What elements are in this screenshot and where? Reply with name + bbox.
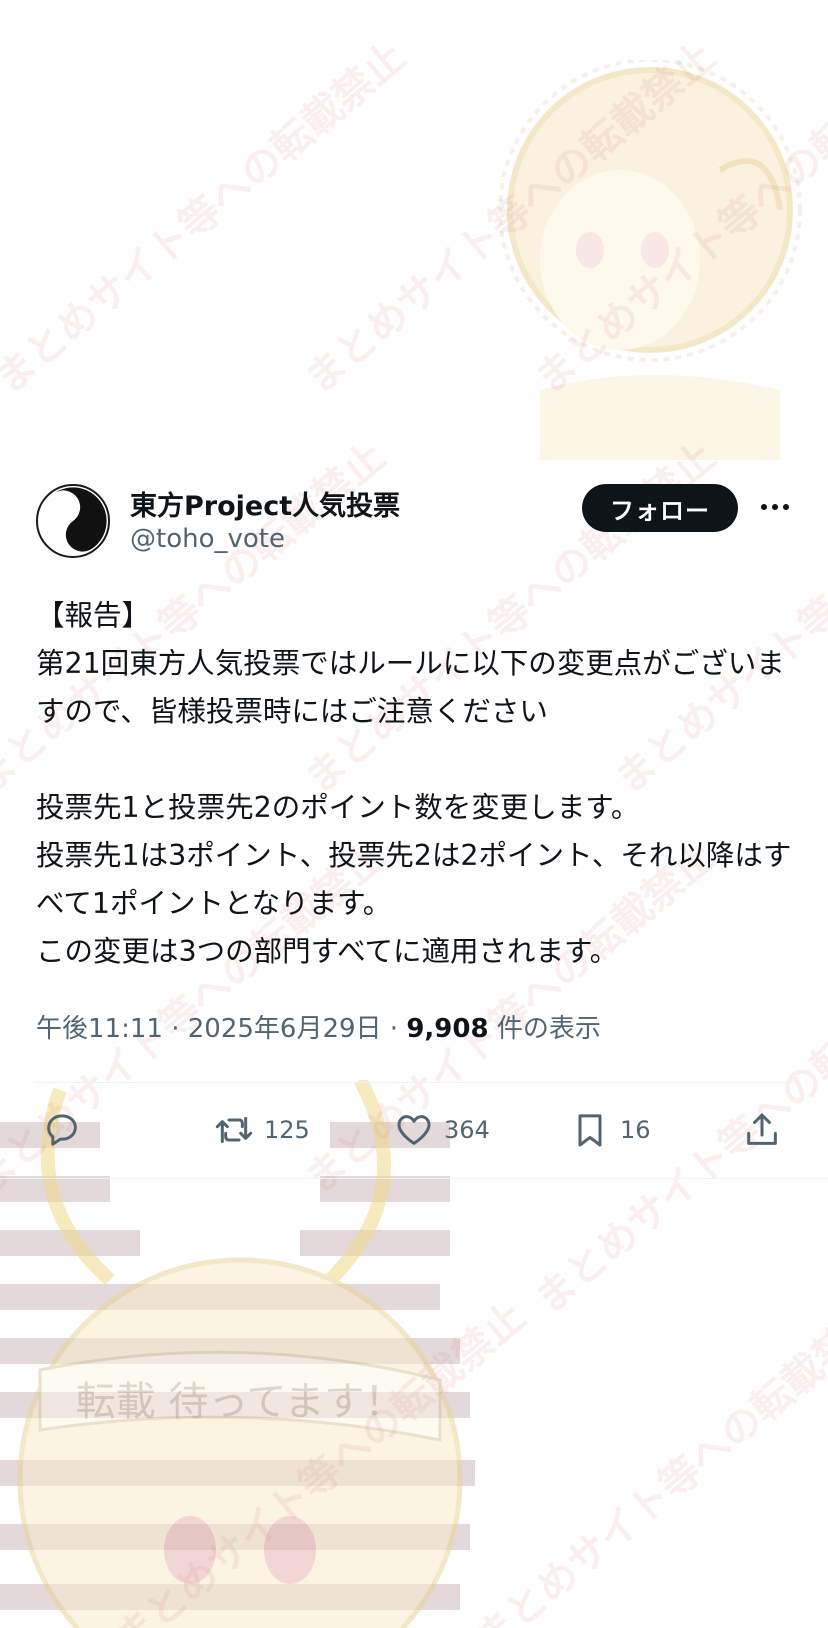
bookmark-icon xyxy=(578,1114,602,1147)
like-count: 364 xyxy=(444,1116,490,1144)
more-button[interactable] xyxy=(758,490,792,524)
share-icon xyxy=(747,1113,777,1145)
divider xyxy=(34,1082,794,1083)
reply-button[interactable] xyxy=(42,1106,82,1154)
tweet-text: 【報告】 第21回東方人気投票ではルールに以下の変更点がございますので、皆様投票… xyxy=(36,599,792,968)
divider xyxy=(0,1178,828,1179)
retweet-icon xyxy=(215,1116,253,1144)
meta-separator: · xyxy=(171,1014,188,1044)
heart-icon xyxy=(397,1115,431,1145)
like-button[interactable]: 364 xyxy=(394,1106,490,1154)
tweet-time[interactable]: 午後11:11 xyxy=(36,1014,163,1044)
display-name[interactable]: 東方Project人気投票 xyxy=(130,484,400,523)
bookmark-count: 16 xyxy=(620,1116,651,1144)
retweet-button[interactable]: 125 xyxy=(214,1106,310,1154)
reply-icon xyxy=(47,1114,77,1146)
tweet-metadata: 午後11:11 · 2025年6月29日 · 9,908 件の表示 xyxy=(36,1008,601,1045)
retweet-count: 125 xyxy=(264,1116,310,1144)
action-bar: 125 364 16 xyxy=(36,1106,796,1154)
views-label: 件の表示 xyxy=(496,1014,601,1044)
tweet-header: 東方Project人気投票 @toho_vote フォロー xyxy=(36,484,792,558)
bookmark-button[interactable]: 16 xyxy=(570,1106,651,1154)
avatar[interactable] xyxy=(36,484,110,558)
views-count: 9,908 xyxy=(406,1014,489,1044)
share-button[interactable] xyxy=(742,1106,782,1154)
yin-yang-icon xyxy=(39,487,107,555)
meta-separator: · xyxy=(389,1014,407,1044)
follow-button[interactable]: フォロー xyxy=(582,484,738,532)
tweet: 東方Project人気投票 @toho_vote フォロー 【報告】 第21回東… xyxy=(0,0,828,1628)
tweet-date[interactable]: 2025年6月29日 xyxy=(188,1014,382,1044)
user-handle[interactable]: @toho_vote xyxy=(130,524,285,554)
more-horizontal-icon xyxy=(761,504,789,510)
